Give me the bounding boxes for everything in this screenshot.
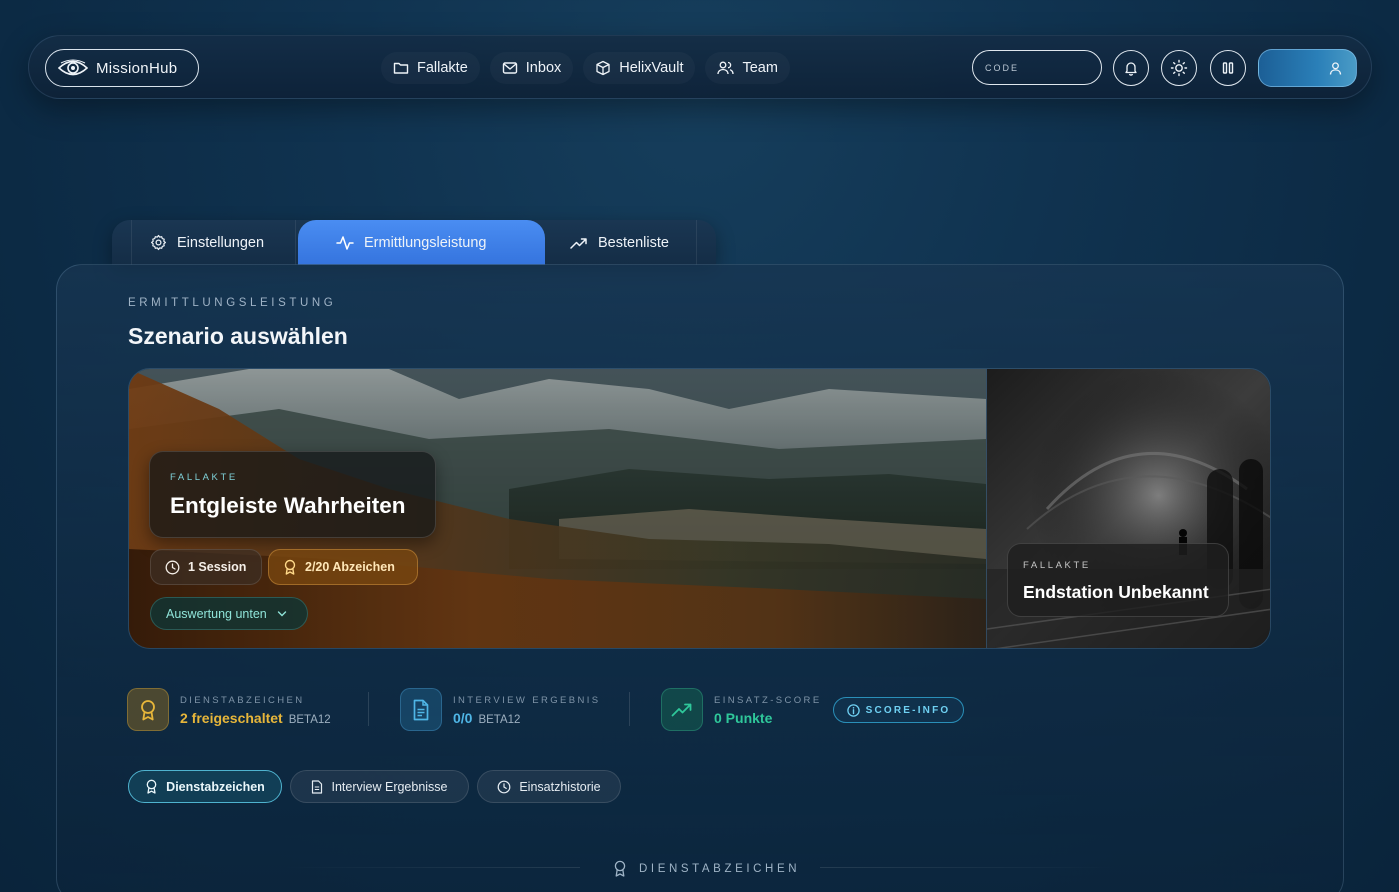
section-divider-right bbox=[820, 867, 1120, 868]
scenario-cards: FALLAKTE Entgleiste Wahrheiten 1 Session… bbox=[128, 368, 1271, 649]
stat-value-text: 0/0 bbox=[453, 710, 473, 726]
nav-fallakte[interactable]: Fallakte bbox=[381, 52, 480, 84]
trending-up-icon bbox=[570, 236, 588, 250]
nav-label: Inbox bbox=[525, 60, 562, 76]
logo-text: MissionHub bbox=[96, 59, 178, 77]
eval-label: Auswertung unten bbox=[166, 606, 267, 621]
filter-label: Interview Ergebnisse bbox=[331, 779, 448, 794]
eye-logo-icon bbox=[58, 58, 88, 78]
score-info-label: SCORE-INFO bbox=[865, 704, 951, 716]
tab-divider bbox=[696, 220, 697, 265]
stat-interview-ergebnis: INTERVIEW ERGEBNIS 0/0 BETA12 bbox=[400, 688, 610, 732]
tab-label: Bestenliste bbox=[598, 234, 669, 251]
main-nav: Fallakte Inbox HelixVault Team bbox=[381, 52, 790, 84]
tab-einstellungen[interactable]: Einstellungen bbox=[150, 220, 310, 265]
pause-button[interactable] bbox=[1210, 50, 1246, 86]
tab-divider bbox=[295, 220, 296, 265]
trending-up-icon bbox=[661, 688, 703, 731]
stat-beta: BETA12 bbox=[288, 714, 331, 726]
document-icon bbox=[400, 688, 442, 731]
filter-einsatzhistorie[interactable]: Einsatzhistorie bbox=[477, 770, 621, 803]
stat-value: 0 Punkte bbox=[714, 710, 773, 726]
stat-value-text: 2 freigeschaltet bbox=[180, 710, 283, 726]
badges-count-chip: 2/20 Abzeichen bbox=[268, 549, 418, 585]
nav-label: HelixVault bbox=[619, 60, 684, 76]
folder-icon bbox=[393, 60, 409, 76]
section-title: DIENSTABZEICHEN bbox=[639, 862, 801, 875]
stat-value: 0/0 BETA12 bbox=[453, 710, 520, 726]
award-icon bbox=[127, 688, 169, 731]
info-icon bbox=[846, 703, 860, 717]
clock-icon bbox=[497, 780, 511, 794]
activity-icon bbox=[336, 235, 354, 251]
users-icon bbox=[717, 60, 735, 76]
missionhub-logo[interactable]: MissionHub bbox=[45, 49, 199, 87]
filter-interview-ergebnisse[interactable]: Interview Ergebnisse bbox=[290, 770, 469, 803]
section-divider-left bbox=[280, 867, 580, 868]
scenario-title: Endstation Unbekannt bbox=[1023, 582, 1209, 602]
tab-divider bbox=[131, 220, 132, 265]
top-navigation-bar: MissionHub Fallakte Inbox HelixVault Tea… bbox=[28, 35, 1372, 99]
scenario-title-box: FALLAKTE Entgleiste Wahrheiten bbox=[149, 451, 436, 538]
pause-icon bbox=[1221, 61, 1235, 75]
nav-inbox[interactable]: Inbox bbox=[490, 52, 573, 84]
tab-bestenliste[interactable]: Bestenliste bbox=[570, 220, 700, 265]
award-icon bbox=[145, 779, 158, 794]
scenario-card-entgleiste-wahrheiten[interactable]: FALLAKTE Entgleiste Wahrheiten 1 Session… bbox=[129, 369, 986, 648]
bell-icon bbox=[1123, 60, 1139, 76]
nav-team[interactable]: Team bbox=[705, 52, 789, 84]
session-count-chip: 1 Session bbox=[150, 549, 262, 585]
sun-icon bbox=[1170, 59, 1188, 77]
page-title: Szenario auswählen bbox=[128, 323, 348, 349]
evaluation-below-button[interactable]: Auswertung unten bbox=[150, 597, 308, 630]
gear-icon bbox=[150, 234, 167, 251]
award-icon bbox=[613, 860, 627, 877]
tab-label: Einstellungen bbox=[177, 234, 265, 251]
scenario-card-endstation-unbekannt[interactable]: FALLAKTE Endstation Unbekannt bbox=[986, 369, 1270, 648]
stat-einsatz-score: EINSATZ-SCORE 0 Punkte bbox=[661, 688, 826, 732]
profile-button[interactable] bbox=[1258, 49, 1357, 87]
filter-dienstabzeichen[interactable]: Dienstabzeichen bbox=[128, 770, 282, 803]
stat-divider bbox=[629, 692, 630, 726]
stat-label: EINSATZ-SCORE bbox=[714, 695, 822, 706]
stat-divider bbox=[368, 692, 369, 726]
stat-label: DIENSTABZEICHEN bbox=[180, 695, 305, 706]
mail-icon bbox=[502, 60, 518, 76]
filter-label: Einsatzhistorie bbox=[519, 779, 601, 794]
scenario-title-box: FALLAKTE Endstation Unbekannt bbox=[1007, 543, 1229, 617]
nav-label: Team bbox=[742, 60, 778, 76]
clock-icon bbox=[165, 560, 180, 575]
section-eyebrow: ERMITTLUNGSLEISTUNG bbox=[128, 297, 337, 309]
cube-icon bbox=[595, 60, 611, 76]
award-icon bbox=[283, 559, 297, 575]
section-header-dienstabzeichen: DIENSTABZEICHEN bbox=[613, 860, 800, 877]
document-icon bbox=[311, 779, 323, 794]
notifications-button[interactable] bbox=[1113, 50, 1149, 86]
tab-label: Ermittlungsleistung bbox=[364, 234, 487, 251]
section-tabs: Einstellungen Ermittlungsleistung Besten… bbox=[112, 220, 716, 265]
code-input[interactable] bbox=[972, 50, 1102, 85]
stat-value: 2 freigeschaltet BETA12 bbox=[180, 710, 331, 726]
scenario-title: Entgleiste Wahrheiten bbox=[170, 493, 406, 518]
theme-toggle-button[interactable] bbox=[1161, 50, 1197, 86]
tab-ermittlungsleistung[interactable]: Ermittlungsleistung bbox=[298, 220, 545, 265]
chip-label: 1 Session bbox=[188, 560, 247, 574]
filter-label: Dienstabzeichen bbox=[166, 779, 265, 794]
stat-label: INTERVIEW ERGEBNIS bbox=[453, 695, 601, 706]
user-icon bbox=[1328, 61, 1343, 76]
stat-beta: BETA12 bbox=[478, 714, 521, 726]
scenario-eyebrow: FALLAKTE bbox=[1023, 560, 1091, 571]
chevron-down-icon bbox=[277, 610, 287, 618]
score-info-button[interactable]: SCORE-INFO bbox=[833, 697, 964, 723]
chip-label: 2/20 Abzeichen bbox=[305, 560, 395, 574]
nav-label: Fallakte bbox=[417, 60, 468, 76]
stat-dienstabzeichen: DIENSTABZEICHEN 2 freigeschaltet BETA12 bbox=[127, 688, 357, 732]
scenario-eyebrow: FALLAKTE bbox=[170, 472, 238, 483]
nav-helixvault[interactable]: HelixVault bbox=[583, 52, 695, 84]
